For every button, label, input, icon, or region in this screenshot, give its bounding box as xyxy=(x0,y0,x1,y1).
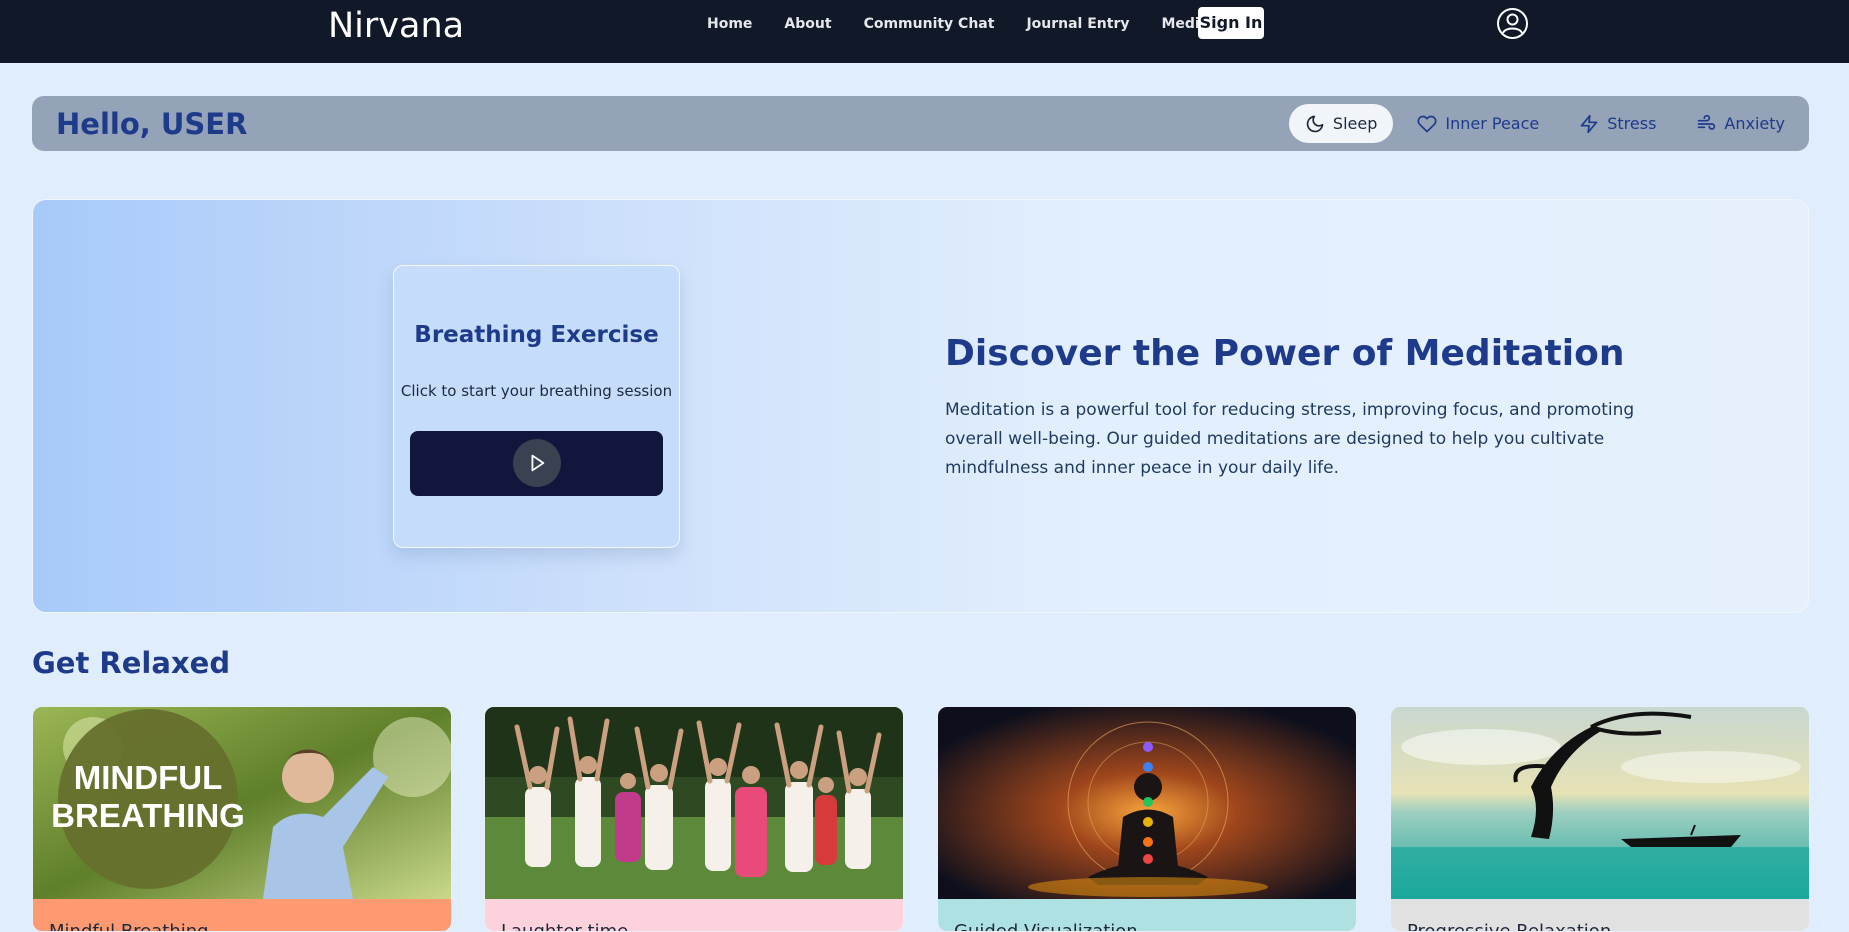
card-progressive-relaxation[interactable]: Progressive Relaxation xyxy=(1390,706,1810,932)
mood-tabs: Sleep Inner Peace Stress Anxiety xyxy=(1288,104,1809,143)
card-title: Laughter time xyxy=(501,921,629,932)
lightning-icon xyxy=(1580,114,1598,133)
card-mindful-breathing[interactable]: MINDFUL BREATHING Mindful Breathing xyxy=(32,706,452,932)
card-image xyxy=(1391,707,1809,899)
tab-label: Sleep xyxy=(1332,114,1378,133)
card-label-area: Progressive Relaxation xyxy=(1391,899,1809,932)
nav-link-about[interactable]: About xyxy=(784,14,831,34)
card-image-text-line2: BREATHING xyxy=(51,797,245,834)
breathing-player[interactable] xyxy=(410,431,663,496)
card-laughter-time[interactable]: Laughter time xyxy=(484,706,904,932)
breathing-exercise-card: Breathing Exercise Click to start your b… xyxy=(393,265,680,548)
play-icon xyxy=(531,454,545,472)
card-guided-visualization[interactable]: Guided Visualization xyxy=(937,706,1357,932)
card-label-area: Guided Visualization xyxy=(938,899,1356,932)
hero-title: Discover the Power of Meditation xyxy=(945,333,1625,374)
user-profile-icon[interactable] xyxy=(1496,7,1529,40)
heart-icon xyxy=(1417,115,1437,132)
play-button[interactable] xyxy=(513,439,561,487)
nav-links: Home About Community Chat Journal Entry … xyxy=(707,14,1279,34)
card-image xyxy=(938,707,1356,899)
tab-inner-peace[interactable]: Inner Peace xyxy=(1401,104,1555,143)
card-title: Guided Visualization xyxy=(954,921,1138,932)
breathing-title: Breathing Exercise xyxy=(414,322,659,348)
nav-link-home[interactable]: Home xyxy=(707,14,752,34)
greeting-text: Hello, USER xyxy=(56,107,248,141)
nav-link-community-chat[interactable]: Community Chat xyxy=(864,14,995,34)
card-image-text-line1: MINDFUL xyxy=(74,759,222,796)
card-title: Mindful Breathing xyxy=(49,921,209,932)
card-label-area: Laughter time xyxy=(485,899,903,932)
card-label-area: Mindful Breathing xyxy=(33,899,451,932)
brand-logo[interactable]: Nirvana xyxy=(328,6,464,46)
card-image xyxy=(485,707,903,899)
tab-anxiety[interactable]: Anxiety xyxy=(1680,104,1801,143)
moon-icon xyxy=(1306,115,1324,132)
hero-description: Meditation is a powerful tool for reduci… xyxy=(945,400,1635,478)
wind-icon xyxy=(1698,114,1716,130)
tab-sleep[interactable]: Sleep xyxy=(1288,104,1394,143)
sign-in-button[interactable]: Sign In xyxy=(1198,7,1264,39)
tab-label: Inner Peace xyxy=(1445,114,1540,133)
tab-stress[interactable]: Stress xyxy=(1563,104,1672,143)
card-image: MINDFUL BREATHING xyxy=(33,707,451,899)
tab-label: Anxiety xyxy=(1724,114,1785,133)
tab-label: Stress xyxy=(1607,114,1657,133)
breathing-subtitle: Click to start your breathing session xyxy=(400,382,673,400)
top-navbar: Nirvana Home About Community Chat Journa… xyxy=(0,0,1849,63)
greeting-bar: Hello, USER Sleep Inner Peace Stress Anx… xyxy=(32,96,1809,151)
card-title: Progressive Relaxation xyxy=(1407,921,1612,932)
section-title: Get Relaxed xyxy=(32,646,231,680)
nav-link-journal-entry[interactable]: Journal Entry xyxy=(1026,14,1129,34)
